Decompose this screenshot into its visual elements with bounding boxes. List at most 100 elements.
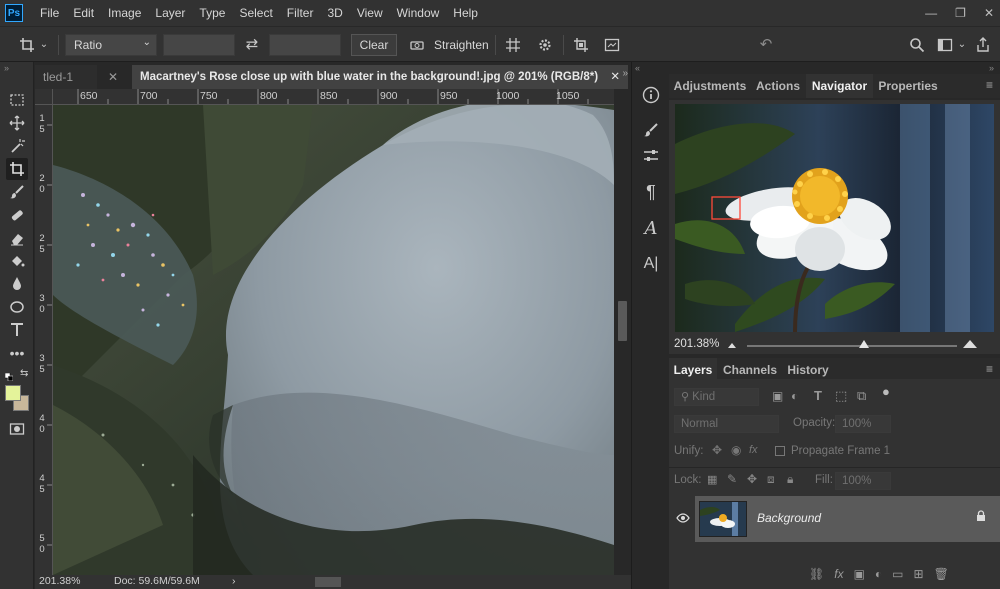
lock-all-icon[interactable]: 🔒︎: [787, 472, 793, 487]
menu-file[interactable]: File: [33, 0, 66, 26]
more-tools-icon[interactable]: •••: [6, 342, 28, 364]
lock-transparent-icon[interactable]: ▦: [707, 473, 717, 486]
chevron-down-icon[interactable]: ⌄: [957, 34, 967, 56]
smart-object-filter-icon[interactable]: ⧉: [857, 388, 866, 404]
blur-tool-icon[interactable]: [6, 273, 28, 295]
ratio-width-input[interactable]: [163, 34, 235, 56]
menu-view[interactable]: View: [350, 0, 390, 26]
lock-artboard-icon[interactable]: ⧈: [767, 472, 775, 487]
paint-bucket-icon[interactable]: [6, 250, 28, 272]
lock-position-icon[interactable]: ✥: [747, 472, 757, 486]
search-icon[interactable]: [906, 34, 928, 56]
menu-image[interactable]: Image: [101, 0, 148, 26]
propagate-checkbox[interactable]: [775, 446, 785, 456]
share-icon[interactable]: [972, 34, 994, 56]
ruler-origin[interactable]: [35, 89, 53, 105]
new-group-icon[interactable]: ▭: [892, 567, 903, 583]
marquee-tool-icon[interactable]: [6, 89, 28, 111]
straighten-icon[interactable]: [406, 34, 428, 56]
swap-colors-icon[interactable]: ⇆: [20, 368, 28, 379]
crop-tool-preset-icon[interactable]: [14, 34, 40, 56]
pixel-filter-icon[interactable]: ▣: [772, 389, 783, 403]
ratio-select[interactable]: Ratio ⌄: [65, 34, 157, 56]
tab-properties[interactable]: Properties: [874, 74, 942, 98]
ruler-horizontal[interactable]: 650 700 750 800 850 900 950 1000 1050: [53, 89, 614, 105]
adjustment-filter-icon[interactable]: ◐: [791, 389, 798, 403]
zoom-in-icon[interactable]: [963, 340, 977, 348]
unify-visibility-icon[interactable]: ◉: [731, 443, 741, 457]
fill-input[interactable]: 100%: [835, 472, 891, 490]
adjustments-sliders-icon[interactable]: [639, 144, 663, 168]
magic-wand-icon[interactable]: [6, 135, 28, 157]
straighten-label[interactable]: Straighten: [434, 34, 489, 56]
chevron-down-icon[interactable]: ⌄: [38, 34, 50, 56]
glyphs-icon[interactable]: A|: [639, 252, 663, 276]
navigator-zoom-slider[interactable]: [747, 345, 957, 347]
grid-overlay-icon[interactable]: [502, 34, 524, 56]
swap-icon[interactable]: ⇄: [240, 34, 264, 56]
new-layer-icon[interactable]: ⊞: [914, 567, 924, 583]
zoom-slider-handle[interactable]: [859, 340, 869, 348]
info-icon[interactable]: [639, 83, 663, 107]
panel-menu-icon[interactable]: ≡: [986, 78, 993, 92]
default-colors-icon[interactable]: [4, 370, 14, 382]
menu-3d[interactable]: 3D: [320, 0, 349, 26]
panel-menu-icon[interactable]: ≡: [986, 362, 993, 376]
gear-icon[interactable]: [534, 34, 556, 56]
lock-pixels-icon[interactable]: ✎: [727, 472, 737, 486]
close-icon[interactable]: ✕: [108, 65, 118, 89]
eye-icon[interactable]: [676, 511, 690, 525]
ruler-vertical[interactable]: 1 5 2 0 2 5 3 0 3 5 4 0 4 5 5 0: [35, 105, 53, 575]
add-mask-icon[interactable]: ▣: [854, 567, 865, 583]
adjustment-layer-icon[interactable]: ◐: [875, 567, 882, 583]
menu-help[interactable]: Help: [446, 0, 485, 26]
tab-adjustments[interactable]: Adjustments: [669, 74, 751, 98]
type-tool-icon[interactable]: [6, 319, 28, 341]
quick-mask-icon[interactable]: [6, 418, 28, 440]
layer-row-background[interactable]: Background: [695, 496, 1000, 542]
tab-navigator[interactable]: Navigator: [806, 74, 873, 98]
filter-toggle-icon[interactable]: ●: [882, 384, 890, 399]
minimize-button[interactable]: —: [925, 6, 937, 20]
menu-filter[interactable]: Filter: [280, 0, 321, 26]
status-menu-icon[interactable]: ›: [232, 575, 236, 587]
tab-active-document[interactable]: Macartney's Rose close up with blue wate…: [132, 65, 628, 89]
unify-style-icon[interactable]: fx: [749, 444, 758, 456]
move-tool-icon[interactable]: [6, 112, 28, 134]
navigator-zoom-value[interactable]: 201.38%: [674, 338, 719, 350]
menu-edit[interactable]: Edit: [66, 0, 101, 26]
link-layers-icon[interactable]: ⛓︎: [809, 567, 824, 583]
unify-position-icon[interactable]: ✥: [712, 443, 722, 457]
character-icon[interactable]: A: [639, 216, 663, 240]
vertical-scrollbar[interactable]: [614, 89, 631, 575]
tab-untitled[interactable]: tled-1 ✕: [35, 65, 118, 89]
delete-cropped-pixels-icon[interactable]: [570, 34, 592, 56]
menu-layer[interactable]: Layer: [148, 0, 192, 26]
reset-icon[interactable]: ↶: [755, 34, 777, 56]
fx-icon[interactable]: fx: [834, 567, 843, 583]
workspace-icon[interactable]: [933, 34, 957, 56]
crop-tool-icon[interactable]: [6, 158, 28, 180]
collapse-panels-icon[interactable]: »: [989, 63, 994, 73]
zoom-level[interactable]: 201.38%: [39, 575, 80, 587]
zoom-out-icon[interactable]: [728, 343, 736, 348]
kind-filter-select[interactable]: ⚲ Kind: [674, 388, 759, 406]
delete-layer-icon[interactable]: 🗑︎: [934, 567, 949, 583]
menu-window[interactable]: Window: [390, 0, 447, 26]
document-canvas[interactable]: [53, 105, 614, 575]
shape-filter-icon[interactable]: ⬚: [835, 388, 847, 404]
close-icon[interactable]: ✕: [610, 65, 620, 89]
collapse-tools-icon[interactable]: »: [4, 63, 9, 73]
expand-right-icon[interactable]: »: [622, 68, 628, 79]
ratio-height-input[interactable]: [269, 34, 341, 56]
eraser-tool-icon[interactable]: [6, 227, 28, 249]
foreground-color-swatch[interactable]: [5, 385, 21, 401]
ellipse-tool-icon[interactable]: [6, 296, 28, 318]
clear-button[interactable]: Clear: [351, 34, 397, 56]
content-aware-icon[interactable]: [601, 34, 623, 56]
navigator-thumbnail[interactable]: [675, 104, 994, 332]
menu-select[interactable]: Select: [232, 0, 279, 26]
close-button[interactable]: ✕: [984, 6, 994, 20]
menu-type[interactable]: Type: [192, 0, 232, 26]
expand-dock-icon[interactable]: «: [635, 63, 640, 73]
